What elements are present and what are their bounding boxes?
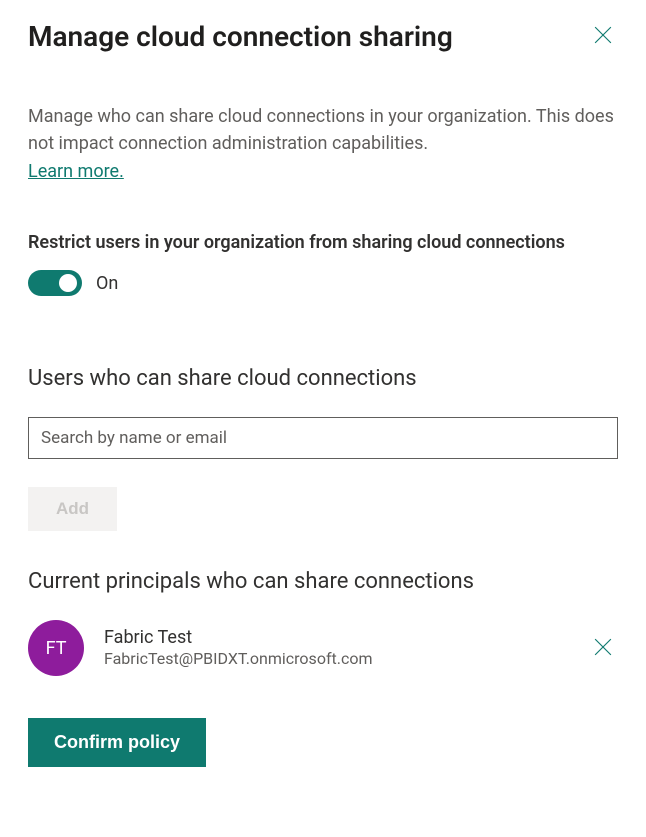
users-section-heading: Users who can share cloud connections (28, 366, 618, 391)
confirm-policy-button[interactable]: Confirm policy (28, 718, 206, 767)
close-button[interactable] (588, 20, 618, 53)
principal-info: Fabric Test FabricTest@PBIDXT.onmicrosof… (104, 626, 568, 670)
restrict-toggle-row: On (28, 270, 618, 296)
search-input[interactable] (28, 417, 618, 459)
restrict-toggle-state: On (96, 273, 118, 294)
restrict-toggle[interactable] (28, 270, 82, 296)
restrict-toggle-label: Restrict users in your organization from… (28, 230, 618, 256)
dialog-header: Manage cloud connection sharing (28, 20, 618, 53)
principal-email: FabricTest@PBIDXT.onmicrosoft.com (104, 649, 568, 670)
dialog-title: Manage cloud connection sharing (28, 20, 453, 53)
principal-row: FT Fabric Test FabricTest@PBIDXT.onmicro… (28, 620, 618, 676)
close-icon (594, 26, 612, 47)
dialog-description: Manage who can share cloud connections i… (28, 103, 618, 157)
close-icon (594, 638, 612, 659)
avatar: FT (28, 620, 84, 676)
remove-principal-button[interactable] (588, 632, 618, 665)
principals-section-heading: Current principals who can share connect… (28, 569, 618, 594)
add-button[interactable]: Add (28, 487, 117, 531)
principal-name: Fabric Test (104, 626, 568, 649)
learn-more-link[interactable]: Learn more. (28, 161, 124, 182)
